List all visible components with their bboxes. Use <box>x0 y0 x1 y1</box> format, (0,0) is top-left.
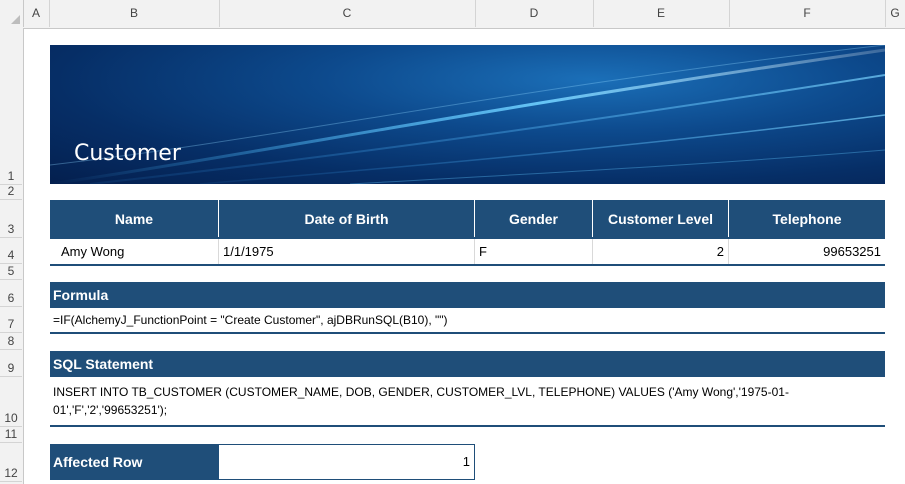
column-header-b[interactable]: B <box>49 0 220 27</box>
cell-customer-level[interactable]: 2 <box>593 239 729 264</box>
header-customer-level[interactable]: Customer Level <box>593 200 729 237</box>
column-header-f[interactable]: F <box>729 0 886 27</box>
row-header-bar: 1 2 3 4 5 6 7 8 9 10 11 12 <box>0 28 24 484</box>
column-header-a[interactable]: A <box>23 0 50 27</box>
column-header-bar: A B C D E F G <box>0 0 905 29</box>
row-header-6[interactable]: 6 <box>0 280 22 307</box>
row-header-7[interactable]: 7 <box>0 307 22 333</box>
header-date-of-birth[interactable]: Date of Birth <box>219 200 475 237</box>
row-header-5[interactable]: 5 <box>0 264 22 280</box>
affected-row-label[interactable]: Affected Row <box>50 444 219 480</box>
formula-cell[interactable]: =IF(AlchemyJ_FunctionPoint = "Create Cus… <box>50 308 885 334</box>
column-header-d[interactable]: D <box>475 0 594 27</box>
row-header-1[interactable]: 1 <box>0 28 22 185</box>
cell-date-of-birth[interactable]: 1/1/1975 <box>219 239 475 264</box>
row-header-3[interactable]: 3 <box>0 200 22 238</box>
column-header-g[interactable]: G <box>885 0 905 27</box>
sql-statement-header[interactable]: SQL Statement <box>50 351 885 377</box>
banner-title: Customer <box>74 141 181 166</box>
cell-gender[interactable]: F <box>475 239 593 264</box>
row-header-11[interactable]: 11 <box>0 427 22 443</box>
header-telephone[interactable]: Telephone <box>729 200 885 237</box>
row-header-12[interactable]: 12 <box>0 443 22 482</box>
select-all-corner[interactable] <box>0 0 24 27</box>
row-header-4[interactable]: 4 <box>0 238 22 264</box>
table-row: Amy Wong 1/1/1975 F 2 99653251 <box>50 239 885 264</box>
header-gender[interactable]: Gender <box>475 200 593 237</box>
row-header-10[interactable]: 10 <box>0 377 22 427</box>
row-header-2[interactable]: 2 <box>0 184 22 200</box>
customer-banner: Customer <box>50 45 885 184</box>
cell-telephone[interactable]: 99653251 <box>729 239 885 264</box>
formula-header[interactable]: Formula <box>50 282 885 308</box>
header-name[interactable]: Name <box>50 200 219 237</box>
customer-table: Name Date of Birth Gender Customer Level… <box>50 200 885 266</box>
cell-name[interactable]: Amy Wong <box>50 239 219 264</box>
customer-table-header: Name Date of Birth Gender Customer Level… <box>50 200 885 239</box>
row-header-9[interactable]: 9 <box>0 350 22 377</box>
column-header-e[interactable]: E <box>593 0 730 27</box>
sql-statement-cell[interactable]: INSERT INTO TB_CUSTOMER (CUSTOMER_NAME, … <box>50 377 885 427</box>
affected-row-value[interactable]: 1 <box>219 444 475 480</box>
column-header-c[interactable]: C <box>219 0 476 27</box>
row-header-8[interactable]: 8 <box>0 333 22 350</box>
